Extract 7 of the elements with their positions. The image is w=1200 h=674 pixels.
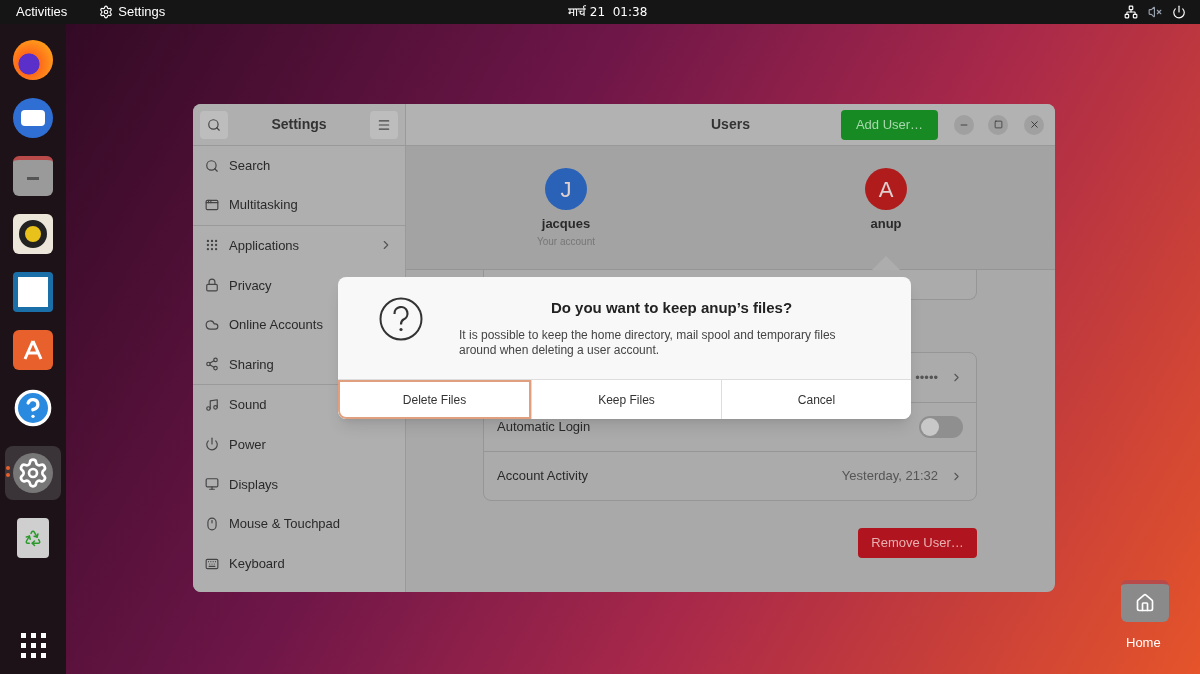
user-name: jacques <box>541 215 591 233</box>
dialog-message: It is possible to keep the home directory, mail spool and temporary files around when deleting a user account. <box>459 327 837 358</box>
sidebar-title: Settings <box>271 115 327 134</box>
window-title: Users <box>711 115 750 134</box>
dialog-title: Do you want to keep anup’s files? <box>550 298 793 318</box>
home-label: Home <box>1126 634 1161 652</box>
user-name: anup <box>870 215 902 233</box>
